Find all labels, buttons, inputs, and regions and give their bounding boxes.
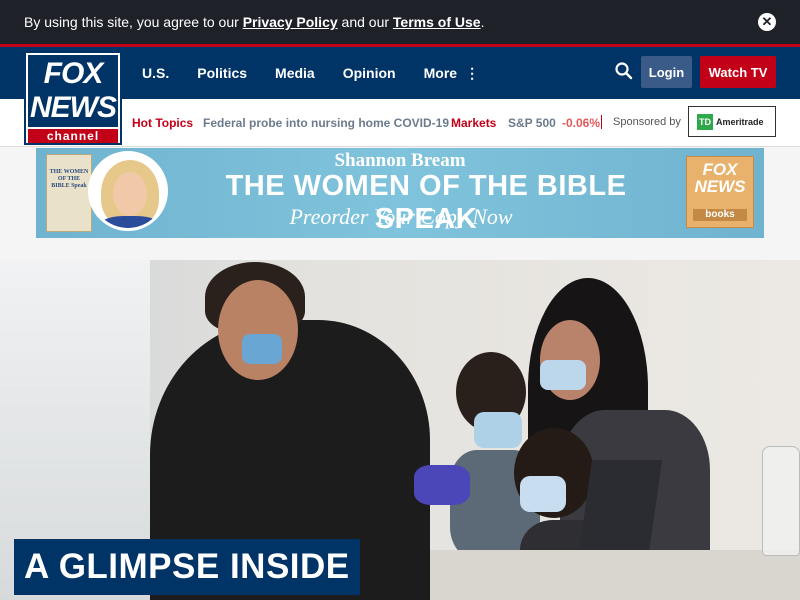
- logo-news-text: NEWS: [30, 91, 117, 124]
- more-dots-icon: ⋮: [465, 64, 480, 81]
- cookie-text-middle: and our: [337, 14, 393, 30]
- nav-item-politics[interactable]: Politics: [197, 65, 247, 81]
- market-index-name[interactable]: S&P 500: [508, 116, 556, 130]
- watch-tv-button[interactable]: Watch TV: [700, 56, 776, 88]
- td-logo-icon: TD: [697, 113, 713, 130]
- book-cover-text: THE WOMEN OF THE BIBLE Speak: [49, 169, 89, 189]
- nav-item-more[interactable]: More ⋮: [424, 65, 479, 82]
- market-index-change: -0.06%: [562, 116, 601, 130]
- nav-item-us[interactable]: U.S.: [142, 65, 169, 81]
- ad-cta-text: Preorder Your Copy Now: [289, 204, 513, 229]
- fox-news-books-logo: FOX NEWS books: [686, 156, 754, 228]
- terms-of-use-link[interactable]: Terms of Use: [393, 14, 481, 30]
- books-logo-news: NEWS: [694, 177, 746, 196]
- hero-nurse-mask: [242, 334, 282, 364]
- hot-topic-headline[interactable]: Federal probe into nursing home COVID-19: [203, 116, 449, 130]
- fox-news-logo[interactable]: FOX NEWS channel: [24, 51, 122, 145]
- hero-nurse-head: [218, 280, 298, 380]
- portrait-body: [97, 216, 163, 228]
- sponsored-by-label: Sponsored by: [613, 116, 681, 128]
- sponsor-logo[interactable]: TD Ameritrade: [688, 106, 776, 137]
- nav-item-media[interactable]: Media: [275, 65, 315, 81]
- hero-child1-mask: [474, 412, 522, 448]
- market-divider: [601, 115, 602, 129]
- search-icon[interactable]: [614, 61, 634, 81]
- portrait-face: [113, 172, 147, 216]
- logo-fox-text: FOX: [43, 57, 104, 90]
- ad-author-name: Shannon Bream: [334, 150, 466, 171]
- nav-links: U.S. Politics Media Opinion More ⋮: [142, 47, 479, 99]
- logo-channel-text: channel: [28, 129, 118, 143]
- cookie-text-end: .: [480, 14, 485, 30]
- hero-table: [430, 550, 800, 600]
- book-ad-banner[interactable]: THE WOMEN OF THE BIBLE Speak Shannon Bre…: [36, 148, 764, 238]
- markets-label[interactable]: Markets: [451, 116, 496, 130]
- login-button[interactable]: Login: [641, 56, 692, 88]
- hot-topics-label[interactable]: Hot Topics: [132, 116, 193, 130]
- hero-water-bottle: [762, 446, 800, 556]
- hero-image[interactable]: A GLIMPSE INSIDE: [0, 260, 800, 600]
- privacy-policy-link[interactable]: Privacy Policy: [243, 14, 338, 30]
- nav-item-more-label: More: [423, 64, 458, 81]
- close-icon[interactable]: ✕: [758, 13, 776, 31]
- logo-mark: FOX NEWS: [28, 55, 118, 127]
- hero-woman-mask: [540, 360, 586, 390]
- hero-laptop: [577, 460, 663, 560]
- cookie-text-before: By using this site, you agree to our: [24, 14, 243, 30]
- nav-item-opinion[interactable]: Opinion: [343, 65, 396, 81]
- hero-glove: [414, 465, 470, 505]
- cookie-banner: By using this site, you agree to our Pri…: [0, 0, 800, 44]
- books-logo-text: FOX NEWS: [687, 161, 753, 195]
- hero-child2-mask: [520, 476, 566, 512]
- sponsor-name: Ameritrade: [716, 116, 764, 127]
- books-logo-sub: books: [693, 209, 747, 221]
- hero-caption[interactable]: A GLIMPSE INSIDE: [14, 539, 360, 595]
